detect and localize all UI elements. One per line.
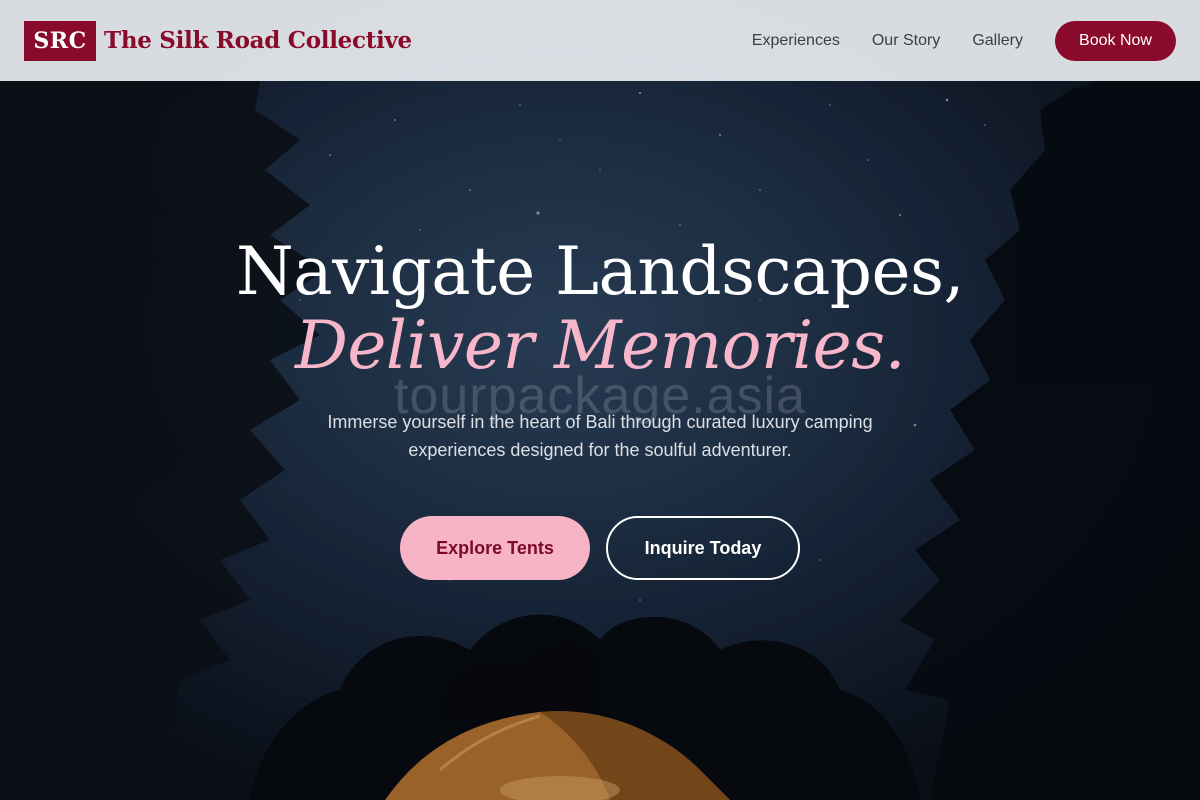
hero-subtitle: Immerse yourself in the heart of Bali th… <box>327 412 873 460</box>
cta-group: Explore Tents Inquire Today <box>0 516 1200 580</box>
site-header: SRC The Silk Road Collective Experiences… <box>0 0 1200 81</box>
nav-link-experiences[interactable]: Experiences <box>752 32 840 50</box>
nav-link-our-story[interactable]: Our Story <box>872 32 940 50</box>
headline-line-2: Deliver Memories. <box>294 307 906 384</box>
inquire-today-button[interactable]: Inquire Today <box>606 516 800 580</box>
hero-content: Navigate Landscapes, Deliver Memories. I… <box>0 230 1200 580</box>
hero-headline: Navigate Landscapes, Deliver Memories. <box>0 230 1200 382</box>
logo-mark: SRC <box>24 20 96 61</box>
brand-name: The Silk Road Collective <box>104 27 412 54</box>
main-nav: Experiences Our Story Gallery Book Now <box>752 20 1176 61</box>
explore-tents-button[interactable]: Explore Tents <box>400 516 590 580</box>
nav-link-gallery[interactable]: Gallery <box>972 32 1023 50</box>
book-now-button[interactable]: Book Now <box>1055 20 1176 61</box>
brand-logo[interactable]: SRC The Silk Road Collective <box>24 20 412 61</box>
headline-line-1: Navigate Landscapes, <box>236 233 964 310</box>
